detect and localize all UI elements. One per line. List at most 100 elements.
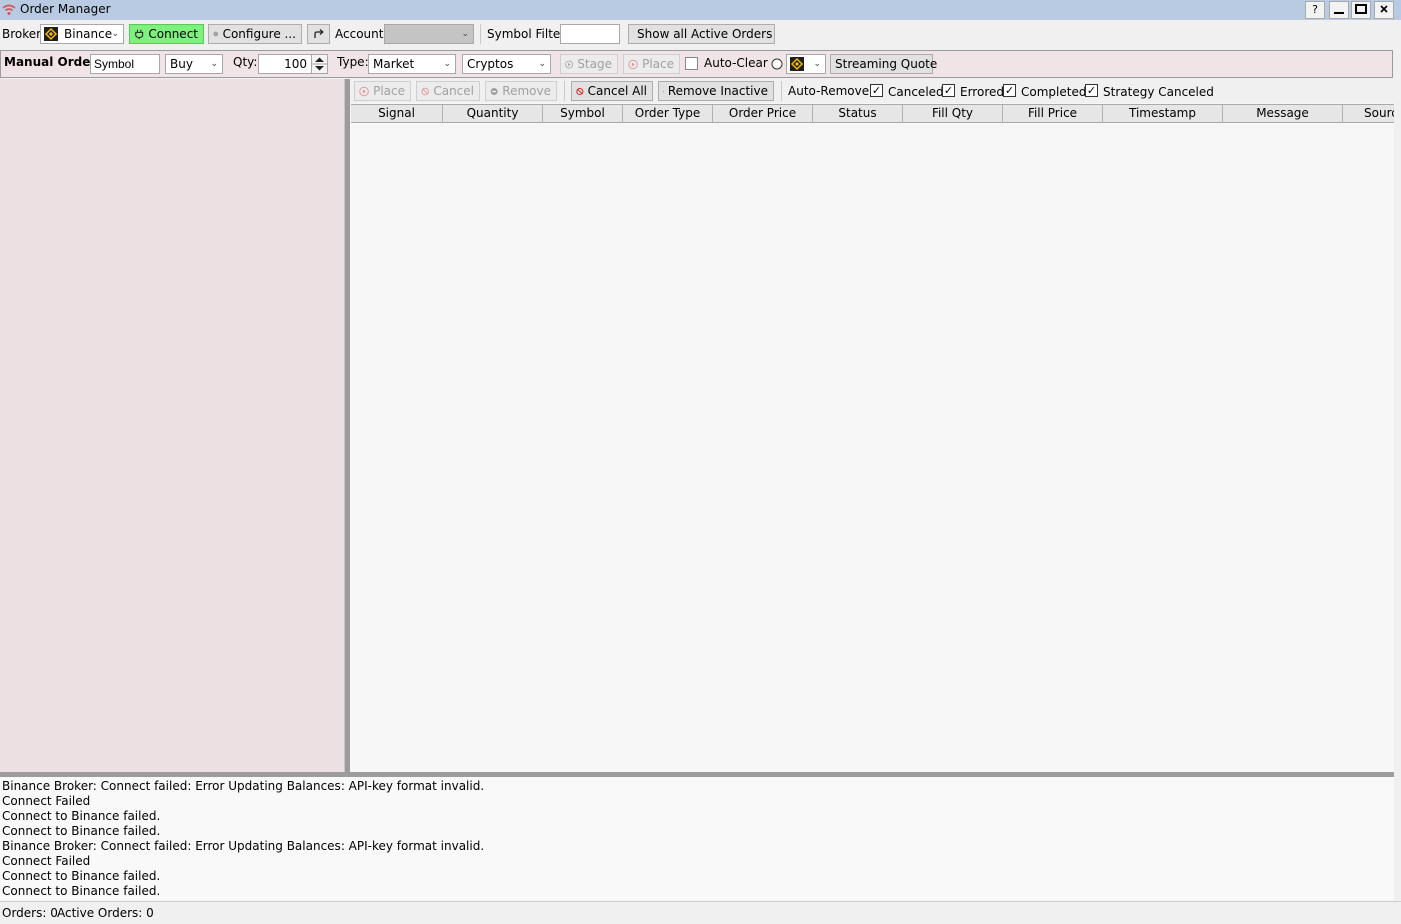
connect-label: Connect	[148, 27, 198, 41]
binance-logo-icon	[790, 57, 804, 71]
maximize-icon	[1355, 4, 1367, 14]
broker-quote-select[interactable]: ⌄	[786, 54, 826, 74]
toolbar-divider	[480, 24, 481, 44]
cancel-icon	[421, 87, 429, 95]
qty-label: Qty:	[233, 55, 258, 69]
refresh-button[interactable]	[307, 24, 330, 44]
help-button[interactable]: ?	[1305, 1, 1325, 19]
account-select[interactable]: ⌄	[384, 24, 474, 44]
place-label: Place	[642, 57, 674, 71]
column-header-quantity[interactable]: Quantity	[443, 105, 543, 122]
completed-checkbox[interactable]: ✓	[1003, 84, 1016, 97]
redo-icon	[313, 29, 324, 38]
chevron-down-icon: ⌄	[210, 59, 218, 69]
orders-remove-label: Remove	[502, 84, 551, 98]
manual-order-label: Manual Order:	[4, 55, 102, 69]
qty-stepper[interactable]	[311, 54, 328, 74]
symbol-filter-label: Symbol Filter	[487, 27, 566, 41]
cancel-all-button[interactable]: Cancel All	[571, 81, 653, 101]
orders-panel	[350, 79, 1394, 772]
errored-checkbox[interactable]: ✓	[942, 84, 955, 97]
orders-grid-header: Signal Quantity Symbol Order Type Order …	[351, 104, 1394, 123]
place-button[interactable]: Place	[623, 54, 680, 74]
log-line: Connect to Binance failed.	[2, 824, 161, 838]
stage-label: Stage	[577, 57, 612, 71]
broker-select[interactable]: Binance ⌄	[40, 24, 124, 44]
chevron-down-icon: ⌄	[813, 59, 821, 69]
column-header-message[interactable]: Message	[1223, 105, 1343, 122]
show-active-orders-label: Show all Active Orders	[637, 27, 773, 41]
side-value: Buy	[170, 57, 193, 71]
log-line: Binance Broker: Connect failed: Error Up…	[2, 779, 485, 793]
qty-input[interactable]: 100	[258, 54, 312, 74]
configure-button[interactable]: Configure ...	[208, 24, 302, 44]
asset-class-select[interactable]: Cryptos ⌄	[462, 54, 551, 74]
status-bar: Orders: 0 Active Orders: 0	[0, 901, 1401, 924]
broker-label: Broker	[2, 27, 42, 41]
column-header-signal[interactable]: Signal	[351, 105, 443, 122]
streaming-quote-label: Streaming Quote	[835, 57, 938, 71]
orders-toolbar: Place Cancel Remove Cancel All Remove In…	[350, 79, 1394, 103]
symbol-input[interactable]	[90, 54, 160, 74]
remove-inactive-button[interactable]: Remove Inactive	[658, 81, 774, 101]
configure-label: Configure ...	[222, 27, 296, 41]
orders-place-button[interactable]: Place	[354, 81, 411, 101]
symbol-filter-input[interactable]	[560, 24, 620, 44]
log-line: Connect to Binance failed.	[2, 884, 161, 898]
chevron-down-icon: ⌄	[443, 59, 451, 69]
errored-label: Errored	[960, 85, 1004, 99]
column-header-status[interactable]: Status	[813, 105, 903, 122]
side-select[interactable]: Buy ⌄	[165, 54, 223, 74]
toolbar-divider	[781, 81, 782, 101]
minimize-button[interactable]	[1329, 1, 1349, 19]
streaming-quote-button[interactable]: Streaming Quote	[830, 54, 937, 74]
orders-remove-button[interactable]: Remove	[485, 81, 557, 101]
column-header-symbol[interactable]: Symbol	[543, 105, 623, 122]
toolbar-divider	[564, 81, 565, 101]
chevron-down-icon: ⌄	[461, 29, 469, 39]
auto-clear-checkbox[interactable]	[685, 57, 698, 70]
canceled-checkbox[interactable]: ✓	[870, 84, 883, 97]
cancel-icon	[576, 87, 584, 95]
log-line: Connect to Binance failed.	[2, 869, 161, 883]
auto-remove-label: Auto-Remove:	[788, 84, 874, 98]
column-header-fill-price[interactable]: Fill Price	[1003, 105, 1103, 122]
active-orders-count: Active Orders: 0	[57, 906, 154, 920]
close-icon	[1380, 5, 1388, 13]
stage-button[interactable]: Stage	[560, 54, 618, 74]
remove-icon	[490, 87, 498, 95]
column-header-order-price[interactable]: Order Price	[713, 105, 813, 122]
orders-cancel-button[interactable]: Cancel	[416, 81, 480, 101]
canceled-label: Canceled	[888, 85, 944, 99]
chevron-down-icon: ⌄	[538, 59, 546, 69]
remove-inactive-label: Remove Inactive	[667, 84, 768, 98]
orders-place-label: Place	[373, 84, 405, 98]
log-line: Binance Broker: Connect failed: Error Up…	[2, 839, 485, 853]
minimize-icon	[1334, 12, 1344, 14]
broker-value: Binance	[64, 27, 113, 41]
show-active-orders-button[interactable]: Show all Active Orders	[628, 24, 775, 44]
maximize-button[interactable]	[1351, 1, 1371, 19]
orders-count: Orders: 0	[2, 906, 58, 920]
column-header-order-type[interactable]: Order Type	[623, 105, 713, 122]
radio-button[interactable]	[771, 58, 783, 70]
order-type-select[interactable]: Market ⌄	[368, 54, 456, 74]
auto-clear-label: Auto-Clear	[704, 56, 768, 70]
gear-icon	[213, 31, 219, 37]
column-header-fill-qty[interactable]: Fill Qty	[903, 105, 1003, 122]
play-circle-icon	[359, 86, 369, 96]
wifi-icon	[2, 4, 16, 15]
stepper-arrows-icon	[312, 57, 327, 71]
strategy-canceled-label: Strategy Canceled	[1103, 85, 1214, 99]
column-header-source[interactable]: Sourc	[1343, 105, 1394, 122]
cancel-all-label: Cancel All	[587, 84, 647, 98]
column-header-timestamp[interactable]: Timestamp	[1103, 105, 1223, 122]
connect-button[interactable]: Connect	[129, 24, 204, 44]
strategy-canceled-checkbox[interactable]: ✓	[1085, 84, 1098, 97]
type-label: Type:	[337, 55, 369, 69]
orders-cancel-label: Cancel	[433, 84, 474, 98]
plug-icon	[135, 29, 144, 39]
left-panel	[0, 79, 345, 772]
close-button[interactable]	[1374, 1, 1394, 19]
window-title: Order Manager	[20, 2, 111, 16]
